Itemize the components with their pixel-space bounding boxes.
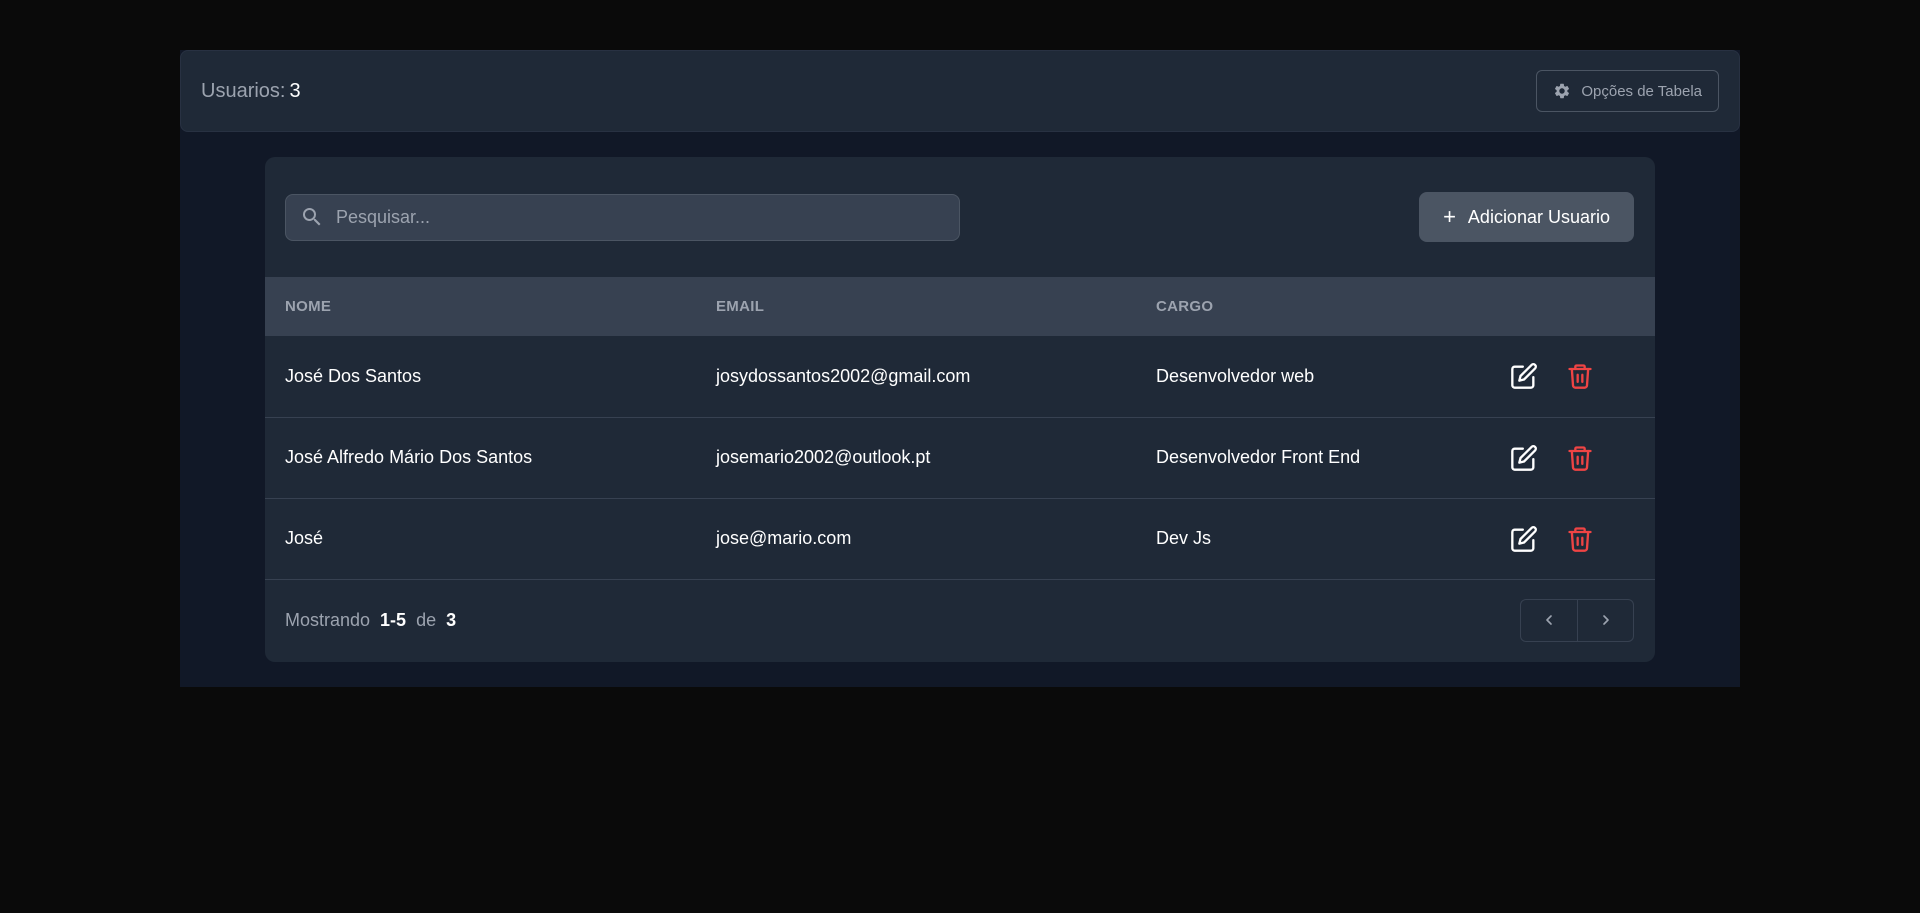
cell-cargo: Desenvolvedor Front End: [1156, 447, 1361, 467]
table-header-row: NOME EMAIL CARGO: [265, 277, 1655, 336]
search-input[interactable]: [334, 205, 945, 229]
edit-icon: [1511, 363, 1537, 390]
search-icon: [303, 208, 321, 226]
cell-email: josydossantos2002@gmail.com: [716, 365, 971, 386]
trash-icon: [1568, 526, 1592, 552]
cell-email: josemario2002@outlook.pt: [716, 447, 931, 467]
pagination-info: Mostrando 1-5 de 3: [285, 610, 456, 631]
cell-email: jose@mario.com: [716, 528, 852, 548]
table-options-label: Opções de Tabela: [1581, 82, 1702, 100]
column-header-actions: [1476, 277, 1655, 336]
cell-cargo: Dev Js: [1156, 528, 1212, 548]
delete-button[interactable]: [1566, 362, 1594, 390]
table-options-button[interactable]: Opções de Tabela: [1536, 70, 1719, 112]
edit-button[interactable]: [1510, 444, 1538, 472]
cell-actions: [1476, 498, 1655, 579]
table-row: José Dos Santos josydossantos2002@gmail.…: [265, 336, 1655, 417]
add-user-label: Adicionar Usuario: [1467, 206, 1610, 227]
edit-icon: [1511, 444, 1537, 471]
column-header-nome: NOME: [285, 298, 332, 315]
pagination-prefix: Mostrando: [285, 609, 371, 630]
user-count: Usuarios: 3: [201, 80, 301, 103]
edit-button[interactable]: [1510, 525, 1538, 553]
edit-button[interactable]: [1510, 362, 1538, 390]
pagination-of: de: [416, 609, 437, 630]
trash-icon: [1568, 364, 1592, 390]
delete-button[interactable]: [1566, 444, 1594, 472]
column-header-cargo: CARGO: [1156, 298, 1214, 315]
chevron-right-icon: [1602, 615, 1609, 625]
trash-icon: [1568, 445, 1592, 471]
delete-button[interactable]: [1566, 525, 1594, 553]
cell-cargo: Desenvolvedor web: [1156, 365, 1315, 386]
pagination-range: 1-5: [380, 609, 407, 630]
users-table: NOME EMAIL CARGO José Dos Santos josydos…: [265, 277, 1655, 580]
app-container: Usuarios:3 Opções de Tabela + Adicionar …: [180, 50, 1740, 687]
gear-icon: [1555, 83, 1570, 99]
user-count-value: 3: [289, 79, 301, 102]
cell-nome: José: [285, 528, 324, 548]
plus-icon: +: [1443, 204, 1456, 229]
user-count-label: Usuarios:: [201, 79, 286, 102]
edit-icon: [1511, 525, 1537, 552]
table-footer: Mostrando 1-5 de 3: [265, 580, 1655, 661]
pagination-controls: [1520, 598, 1634, 642]
table-row: José jose@mario.com Dev Js: [265, 498, 1655, 579]
add-user-button[interactable]: + Adicionar Usuario: [1419, 192, 1634, 242]
top-bar: Usuarios: 3 Opções de Tabela: [180, 50, 1740, 132]
table-toolbar: + Adicionar Usuario: [265, 157, 1655, 277]
cell-nome: José Alfredo Mário Dos Santos: [285, 447, 533, 467]
cell-nome: José Dos Santos: [285, 365, 422, 386]
search-box: [285, 193, 960, 241]
cell-actions: [1476, 336, 1655, 417]
previous-page-button[interactable]: [1521, 600, 1577, 641]
chevron-left-icon: [1546, 615, 1552, 625]
column-header-email: EMAIL: [716, 298, 765, 315]
next-page-button[interactable]: [1577, 599, 1633, 641]
pagination-total: 3: [446, 609, 457, 630]
users-table-card: + Adicionar Usuario NOME EMAIL CARGO Jos…: [265, 157, 1655, 662]
table-row: José Alfredo Mário Dos Santos josemario2…: [265, 417, 1655, 498]
cell-actions: [1476, 417, 1655, 498]
